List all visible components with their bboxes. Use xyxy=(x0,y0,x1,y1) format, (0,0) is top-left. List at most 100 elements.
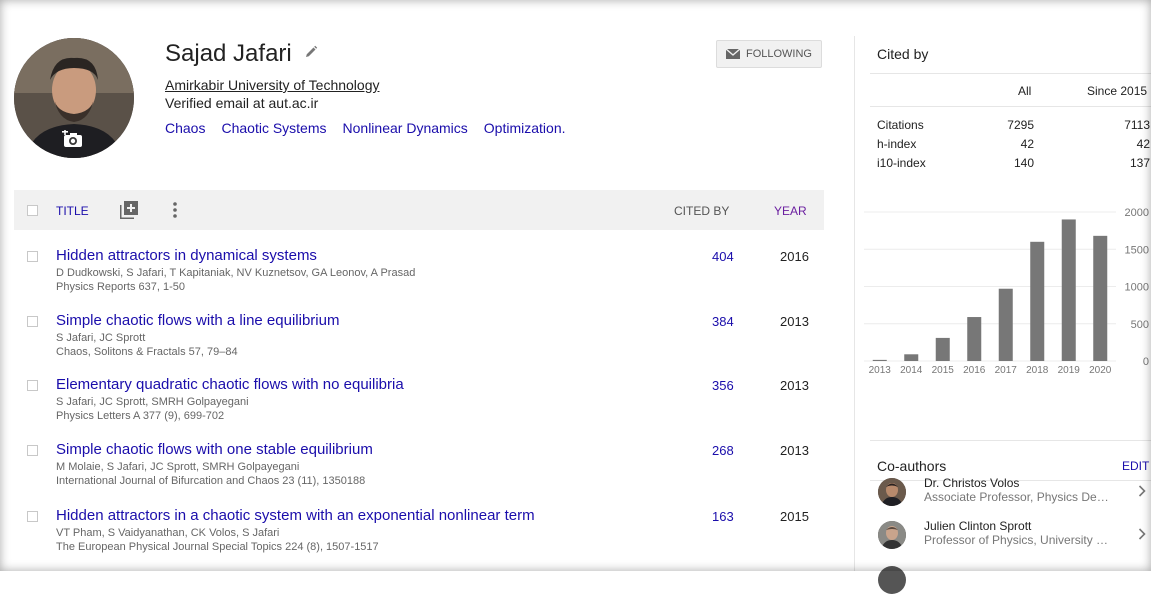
article-authors: S Jafari, JC Sprott xyxy=(56,332,146,344)
row-checkbox[interactable] xyxy=(27,316,38,327)
chevron-right-icon xyxy=(1138,484,1146,502)
chart-y-tick-label: 0 xyxy=(1143,356,1149,368)
row-checkbox[interactable] xyxy=(27,445,38,456)
coauthor-item[interactable]: Dr. Christos Volos Associate Professor, … xyxy=(870,472,1151,512)
coauthor-item-partial[interactable] xyxy=(870,560,1151,600)
chart-bar xyxy=(1093,235,1108,361)
row-checkbox[interactable] xyxy=(27,380,38,391)
article-authors: D Dudkowski, S Jafari, T Kapitaniak, NV … xyxy=(56,267,416,279)
chart-bar xyxy=(967,317,982,361)
sort-by-cited[interactable]: CITED BY xyxy=(674,204,729,218)
article-year: 2015 xyxy=(780,509,809,524)
interest-chaos[interactable]: Chaos xyxy=(165,120,205,136)
chart-y-tick-label: 2000 xyxy=(1125,207,1149,219)
follow-button[interactable]: FOLLOWING xyxy=(716,40,822,68)
chart-y-tick-label: 1500 xyxy=(1125,244,1149,256)
interest-optimization[interactable]: Optimization. xyxy=(484,120,566,136)
chart-x-tick-label: 2018 xyxy=(1026,365,1049,376)
chart-x-tick-label: 2014 xyxy=(900,365,923,376)
table-row: Hidden attractors in dynamical systems D… xyxy=(14,247,824,307)
chart-bar xyxy=(904,354,919,361)
article-venue: Chaos, Solitons & Fractals 57, 79–84 xyxy=(56,346,238,358)
cited-by-count[interactable]: 404 xyxy=(712,249,734,264)
sort-by-year[interactable]: YEAR xyxy=(774,204,807,218)
stat-citations-all: 7295 xyxy=(1007,118,1034,132)
article-authors: M Molaie, S Jafari, JC Sprott, SMRH Golp… xyxy=(56,461,300,473)
panel-divider xyxy=(854,36,855,571)
cited-by-count[interactable]: 384 xyxy=(712,314,734,329)
article-year: 2016 xyxy=(780,249,809,264)
chart-y-tick-label: 500 xyxy=(1131,319,1149,331)
chart-y-tick-label: 1000 xyxy=(1125,282,1149,294)
chart-x-tick-label: 2020 xyxy=(1089,365,1112,376)
article-title[interactable]: Hidden attractors in dynamical systems xyxy=(56,247,317,264)
chart-x-tick-label: 2015 xyxy=(932,365,955,376)
stat-i10-index-all: 140 xyxy=(1013,156,1034,170)
stat-h-index-all: 42 xyxy=(1020,137,1034,151)
pencil-edit-icon[interactable] xyxy=(304,45,318,64)
profile-name: Sajad Jafari xyxy=(165,40,292,67)
cited-by-count[interactable]: 268 xyxy=(712,443,734,458)
profile-name-row: Sajad Jafari xyxy=(165,40,318,68)
research-interests: Chaos Chaotic Systems Nonlinear Dynamics… xyxy=(165,120,582,136)
cited-by-title: Cited by xyxy=(877,46,929,62)
publications-header: TITLE CITED BY YEAR xyxy=(14,190,824,230)
cited-by-count[interactable]: 163 xyxy=(712,509,734,524)
coauthor-avatar xyxy=(878,521,906,549)
select-all-checkbox[interactable] xyxy=(27,205,38,216)
chart-bar xyxy=(872,359,887,361)
interest-nonlinear-dynamics[interactable]: Nonlinear Dynamics xyxy=(343,120,468,136)
stats-header-all: All xyxy=(1018,84,1032,98)
article-year: 2013 xyxy=(780,314,809,329)
interest-chaotic-systems[interactable]: Chaotic Systems xyxy=(221,120,326,136)
coauthor-name: Dr. Christos Volos xyxy=(924,476,1020,490)
stat-i10-index-since: 137 xyxy=(1129,156,1150,170)
divider xyxy=(870,440,1151,441)
divider xyxy=(870,106,1151,107)
chart-bar xyxy=(1030,241,1045,361)
article-title[interactable]: Hidden attractors in a chaotic system wi… xyxy=(56,507,535,524)
chart-bar xyxy=(1061,219,1076,361)
coauthor-avatar xyxy=(878,478,906,506)
more-vert-icon[interactable] xyxy=(172,201,178,222)
table-row: Simple chaotic flows with one stable equ… xyxy=(14,441,824,501)
chevron-right-icon xyxy=(1138,527,1146,545)
sort-by-title[interactable]: TITLE xyxy=(56,204,89,218)
coauthors-edit-link[interactable]: EDIT xyxy=(1122,459,1149,473)
follow-button-label: FOLLOWING xyxy=(745,48,812,60)
cited-by-count[interactable]: 356 xyxy=(712,378,734,393)
stat-label-citations: Citations xyxy=(877,118,924,132)
camera-add-icon[interactable] xyxy=(62,129,84,153)
row-checkbox[interactable] xyxy=(27,511,38,522)
chart-x-tick-label: 2016 xyxy=(963,365,986,376)
chart-x-tick-label: 2019 xyxy=(1058,365,1081,376)
verified-email: Verified email at aut.ac.ir xyxy=(165,95,319,111)
article-venue: The European Physical Journal Special To… xyxy=(56,541,379,553)
chart-bar xyxy=(935,337,950,361)
article-authors: VT Pham, S Vaidyanathan, CK Volos, S Jaf… xyxy=(56,527,280,539)
chart-x-tick-label: 2013 xyxy=(869,365,892,376)
coauthor-item[interactable]: Julien Clinton Sprott Professor of Physi… xyxy=(870,515,1151,555)
table-row: Simple chaotic flows with a line equilib… xyxy=(14,312,824,372)
row-checkbox[interactable] xyxy=(27,251,38,262)
coauthor-avatar xyxy=(878,566,906,594)
article-title[interactable]: Simple chaotic flows with one stable equ… xyxy=(56,441,373,458)
article-title[interactable]: Simple chaotic flows with a line equilib… xyxy=(56,312,339,329)
table-row: Hidden attractors in a chaotic system wi… xyxy=(14,507,824,567)
citations-chart: 2000 1500 1000 500 0 2013 2014 2015 2016 2017 2018… xyxy=(864,207,1149,376)
article-venue: Physics Reports 637, 1-50 xyxy=(56,281,186,293)
envelope-icon xyxy=(725,49,740,59)
affiliation-link[interactable]: Amirkabir University of Technology xyxy=(165,77,380,93)
chart-x-tick-label: 2017 xyxy=(995,365,1018,376)
article-title[interactable]: Elementary quadratic chaotic flows with … xyxy=(56,376,404,393)
coauthor-name: Julien Clinton Sprott xyxy=(924,519,1032,533)
article-year: 2013 xyxy=(780,443,809,458)
stat-label-i10-index: i10-index xyxy=(877,156,926,170)
add-article-icon[interactable] xyxy=(120,201,138,222)
article-venue: Physics Letters A 377 (9), 699-702 xyxy=(56,410,225,422)
divider xyxy=(870,73,1151,74)
stat-h-index-since: 42 xyxy=(1136,137,1150,151)
stat-label-h-index: h-index xyxy=(877,137,917,151)
coauthor-affiliation: Professor of Physics, University … xyxy=(924,533,1109,547)
stats-header-since: Since 2015 xyxy=(1087,84,1148,98)
